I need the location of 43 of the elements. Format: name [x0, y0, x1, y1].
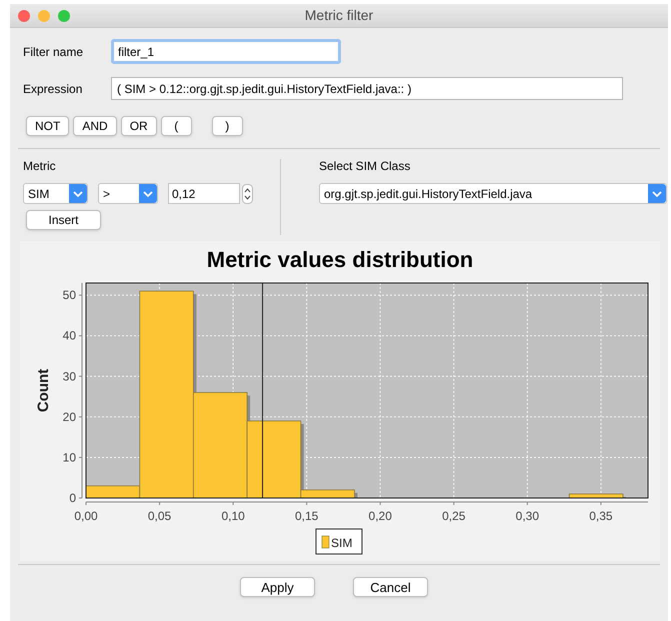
legend-swatch	[322, 536, 330, 548]
x-tick-label: 0,25	[442, 509, 466, 523]
x-tick-label: 0,00	[74, 509, 98, 523]
sim-class-label: Select SIM Class	[319, 158, 412, 175]
y-tick-label: 10	[62, 450, 76, 464]
x-tick-label: 0,05	[148, 509, 172, 523]
close-icon[interactable]	[18, 10, 30, 22]
window-title: Metric filter	[304, 6, 374, 25]
filter-name-field[interactable]: filter_1	[111, 39, 341, 64]
dialog-button[interactable]: Cancel	[353, 577, 428, 597]
x-tick-label: 0,30	[516, 509, 540, 523]
filter-name-label: Filter name	[23, 44, 84, 60]
y-axis-label: Count	[35, 368, 52, 412]
metric-label: Metric	[23, 158, 57, 175]
minimize-icon[interactable]	[38, 10, 50, 22]
y-tick-label: 20	[62, 410, 76, 424]
threshold-field[interactable]: 0,12	[168, 183, 240, 204]
operator-button[interactable]: OR	[120, 116, 157, 136]
operator-dropdown[interactable]: >	[98, 183, 158, 204]
legend-label: SIM	[331, 536, 352, 550]
x-tick-label: 0,10	[221, 509, 245, 523]
stepper-icon[interactable]	[242, 184, 253, 204]
operator-button[interactable]: NOT	[26, 116, 70, 136]
y-tick-label: 0	[69, 491, 76, 505]
y-tick-label: 50	[62, 288, 76, 302]
zoom-icon[interactable]	[58, 10, 70, 22]
operator-button[interactable]: (	[160, 116, 192, 136]
x-tick-label: 0,35	[589, 509, 613, 523]
y-tick-label: 30	[62, 369, 76, 384]
x-tick-label: 0,20	[368, 509, 392, 523]
y-tick-label: 40	[62, 328, 76, 343]
expression-field[interactable]: ( SIM > 0.12::org.gjt.sp.jedit.gui.HistoryTextField.java:: )	[111, 77, 623, 100]
chart-title: Metric values distribution	[206, 247, 474, 272]
metric-dropdown[interactable]: SIM	[23, 183, 88, 204]
operator-button[interactable]: AND	[73, 116, 117, 136]
sim-class-dropdown[interactable]: org.gjt.sp.jedit.gui.HistoryTextField.java	[319, 183, 667, 204]
x-tick-label: 0,15	[295, 509, 318, 523]
dialog-button[interactable]: Apply	[240, 577, 315, 597]
expression-label: Expression	[23, 80, 84, 98]
legend-background	[316, 528, 362, 554]
histogram-bar	[568, 494, 624, 498]
insert-button[interactable]: Insert	[26, 210, 101, 230]
operator-button[interactable]: )	[212, 116, 243, 136]
